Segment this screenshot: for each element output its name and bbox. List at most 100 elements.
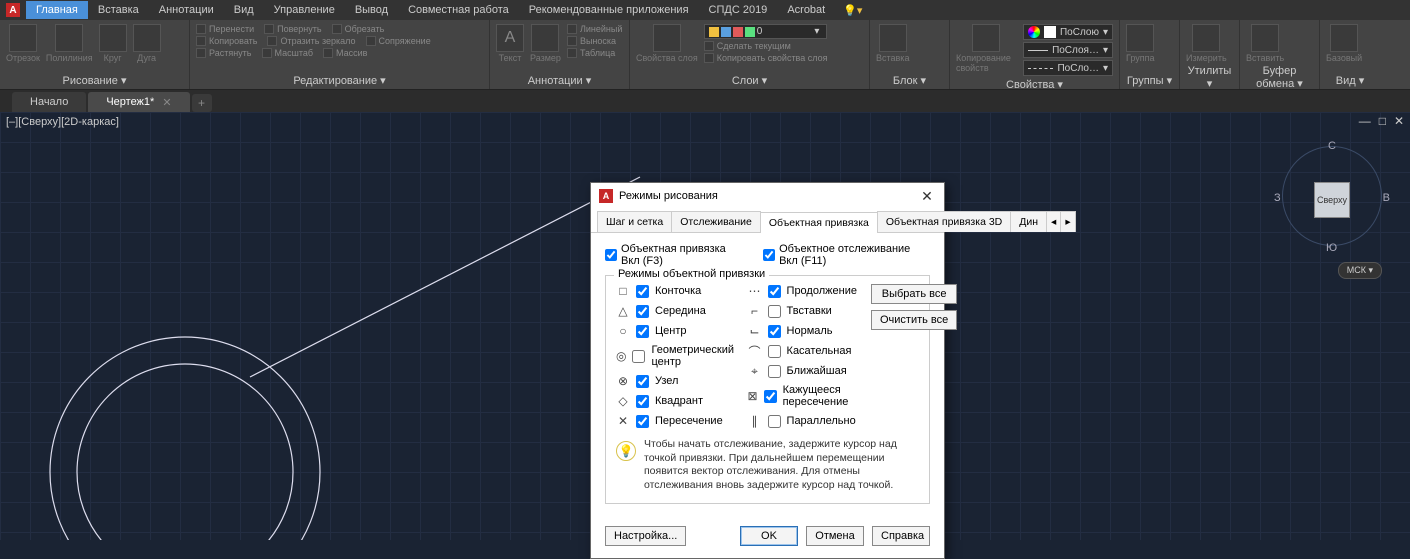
ucs-badge[interactable]: МСК ▾ bbox=[1338, 262, 1382, 279]
dialog-tab-scroll[interactable]: ◂ bbox=[1046, 211, 1061, 232]
group-tool[interactable]: Группа bbox=[1126, 24, 1155, 63]
osnap-Середина[interactable]: △Середина bbox=[616, 304, 738, 318]
linetype-combo[interactable]: ПоСло…▾ bbox=[1023, 60, 1113, 76]
viewcube[interactable]: Сверху С Ю З В bbox=[1272, 136, 1392, 256]
tool-Растянуть[interactable]: Растянуть bbox=[196, 48, 252, 58]
viewcube-west[interactable]: З bbox=[1274, 192, 1281, 204]
color-combo[interactable]: ПоСлою▾ bbox=[1023, 24, 1113, 40]
panel-draw-label[interactable]: Рисование bbox=[6, 72, 183, 89]
dimension-tool[interactable]: Размер bbox=[530, 24, 561, 63]
text-tool[interactable]: AТекст bbox=[496, 24, 524, 63]
osnap-Продолжение[interactable]: ⋯Продолжение bbox=[748, 284, 857, 298]
panel-groups-label[interactable]: Группы bbox=[1126, 72, 1173, 89]
osnap-glyph-icon: ⌙ bbox=[748, 324, 762, 338]
tool-Повернуть[interactable]: Повернуть bbox=[264, 24, 321, 34]
tool-Сопряжение[interactable]: Сопряжение bbox=[366, 36, 431, 46]
osnap-modes-legend: Режимы объектной привязки bbox=[614, 268, 769, 280]
tool-Копировать[interactable]: Копировать bbox=[196, 36, 257, 46]
paste-tool[interactable]: Вставить bbox=[1246, 24, 1284, 63]
viewcube-north[interactable]: С bbox=[1328, 140, 1336, 152]
otrack-on-checkbox[interactable]: Объектное отслеживание Вкл (F11) bbox=[763, 243, 930, 267]
osnap-Ближайшая[interactable]: ⌖Ближайшая bbox=[748, 364, 857, 378]
menu-вид[interactable]: Вид bbox=[224, 1, 264, 19]
dialog-tab-3[interactable]: Объектная привязка 3D bbox=[877, 211, 1011, 232]
osnap-Параллельно[interactable]: ∥Параллельно bbox=[748, 414, 857, 428]
menu-вставка[interactable]: Вставка bbox=[88, 1, 149, 19]
cancel-button[interactable]: Отмена bbox=[806, 526, 864, 546]
base-view-tool[interactable]: Базовый bbox=[1326, 24, 1362, 63]
menu-acrobat[interactable]: Acrobat bbox=[777, 1, 835, 19]
menu-аннотации[interactable]: Аннотации bbox=[149, 1, 224, 19]
tool-Выноска[interactable]: Выноска bbox=[567, 36, 622, 46]
tool-Полилиния[interactable]: Полилиния bbox=[46, 24, 93, 63]
osnap-Кажущееся пересечение[interactable]: ⊠Кажущееся пересечение bbox=[748, 384, 857, 408]
panel-annot-label[interactable]: Аннотации bbox=[496, 72, 623, 89]
tool-Таблица[interactable]: Таблица bbox=[567, 48, 622, 58]
tool-Линейный[interactable]: Линейный bbox=[567, 24, 622, 34]
dialog-tab-4[interactable]: Дин bbox=[1010, 211, 1047, 232]
panel-edit-label[interactable]: Редактирование bbox=[196, 72, 483, 89]
panel-layers-label[interactable]: Слои bbox=[636, 72, 863, 89]
layer-combo[interactable]: 0▾ bbox=[704, 24, 828, 39]
osnap-Центр[interactable]: ○Центр bbox=[616, 324, 738, 338]
options-button[interactable]: Настройка... bbox=[605, 526, 686, 546]
viewcube-east[interactable]: В bbox=[1383, 192, 1390, 204]
tool-Отрезок[interactable]: Отрезок bbox=[6, 24, 40, 63]
dialog-close-button[interactable]: ✕ bbox=[918, 188, 936, 205]
ribbon: ОтрезокПолилинияКругДуга Рисование Перен… bbox=[0, 20, 1410, 90]
tool-Круг[interactable]: Круг bbox=[99, 24, 127, 63]
osnap-Нормаль[interactable]: ⌙Нормаль bbox=[748, 324, 857, 338]
osnap-on-checkbox[interactable]: Объектная привязка Вкл (F3) bbox=[605, 243, 745, 267]
block-insert[interactable]: Вставка bbox=[876, 24, 909, 63]
dialog-tab-2[interactable]: Объектная привязка bbox=[760, 212, 878, 233]
select-all-button[interactable]: Выбрать все bbox=[871, 284, 957, 304]
osnap-Геометрический центр[interactable]: ◎Геометрический центр bbox=[616, 344, 738, 368]
dialog-app-icon: A bbox=[599, 189, 613, 203]
osnap-Конточка[interactable]: □Конточка bbox=[616, 284, 738, 298]
tool-Дуга[interactable]: Дуга bbox=[133, 24, 161, 63]
panel-block-label[interactable]: Блок bbox=[876, 72, 943, 89]
layer-properties[interactable]: Свойства слоя bbox=[636, 24, 698, 63]
close-icon[interactable]: ✕ bbox=[162, 96, 171, 109]
panel-props-label[interactable]: Свойства bbox=[956, 76, 1113, 93]
panel-view-label[interactable]: Вид bbox=[1326, 72, 1374, 89]
menu-управление[interactable]: Управление bbox=[264, 1, 345, 19]
tab-start[interactable]: Начало bbox=[12, 92, 86, 112]
dialog-tab-1[interactable]: Отслеживание bbox=[671, 211, 761, 232]
panel-utils-label[interactable]: Утилиты bbox=[1186, 63, 1233, 92]
menu-главная[interactable]: Главная bbox=[26, 1, 88, 19]
viewcube-south[interactable]: Ю bbox=[1326, 242, 1337, 254]
tab-drawing[interactable]: Чертеж1*✕ bbox=[88, 92, 189, 112]
layer-make-current[interactable]: Сделать текущим bbox=[704, 41, 828, 51]
menu-рекомендованные приложения[interactable]: Рекомендованные приложения bbox=[519, 1, 699, 19]
viewcube-face[interactable]: Сверху bbox=[1314, 182, 1350, 218]
osnap-Пересечение[interactable]: ✕Пересечение bbox=[616, 414, 738, 428]
menu-совместная работа[interactable]: Совместная работа bbox=[398, 1, 519, 19]
dialog-tab-0[interactable]: Шаг и сетка bbox=[597, 211, 672, 232]
osnap-Узел[interactable]: ⊗Узел bbox=[616, 374, 738, 388]
osnap-Касательная[interactable]: ⌒Касательная bbox=[748, 344, 857, 358]
clear-all-button[interactable]: Очистить все bbox=[871, 310, 957, 330]
dialog-tabs: Шаг и сеткаОтслеживаниеОбъектная привязк… bbox=[591, 211, 944, 233]
osnap-Квадрант[interactable]: ◇Квадрант bbox=[616, 394, 738, 408]
menu-спдс 2019[interactable]: СПДС 2019 bbox=[699, 1, 778, 19]
tool-Перенести[interactable]: Перенести bbox=[196, 24, 254, 34]
match-properties[interactable]: Копирование свойств bbox=[956, 24, 1017, 73]
add-tab-button[interactable]: + bbox=[192, 94, 212, 112]
ok-button[interactable]: OK bbox=[740, 526, 798, 546]
lineweight-combo[interactable]: ПоСлоя…▾ bbox=[1023, 42, 1113, 58]
dialog-tab-scroll[interactable]: ▸ bbox=[1060, 211, 1075, 232]
osnap-Твставки[interactable]: ⌐Твставки bbox=[748, 304, 857, 318]
tool-Массив[interactable]: Массив bbox=[323, 48, 367, 58]
layer-match[interactable]: Копировать свойства слоя bbox=[704, 53, 828, 63]
tool-Масштаб[interactable]: Масштаб bbox=[262, 48, 314, 58]
measure-tool[interactable]: Измерить bbox=[1186, 24, 1227, 63]
panel-clip-label[interactable]: Буфер обмена bbox=[1246, 63, 1313, 92]
osnap-glyph-icon: □ bbox=[616, 284, 630, 298]
help-button[interactable]: Справка bbox=[872, 526, 930, 546]
viewport-window-controls[interactable]: —□✕ bbox=[1359, 114, 1404, 128]
tool-Обрезать[interactable]: Обрезать bbox=[332, 24, 385, 34]
menu-вывод[interactable]: Вывод bbox=[345, 1, 398, 19]
search-bulb-icon[interactable]: 💡▾ bbox=[843, 4, 862, 17]
tool-Отразить зеркало[interactable]: Отразить зеркало bbox=[267, 36, 355, 46]
